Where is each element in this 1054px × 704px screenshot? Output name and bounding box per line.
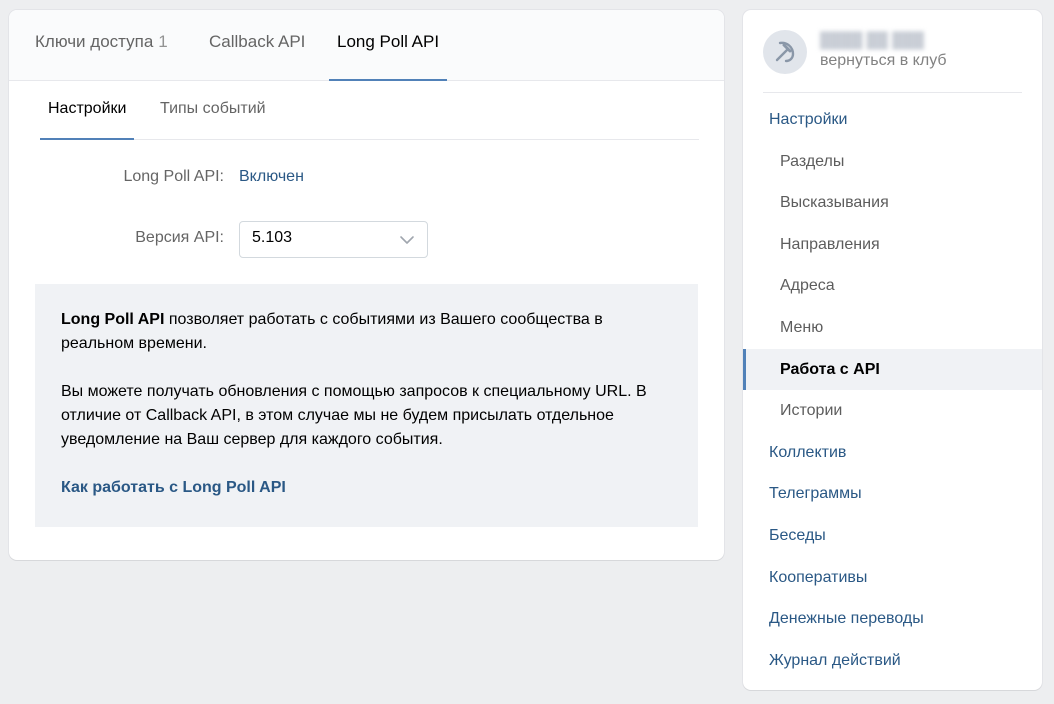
sidebar-item-money-transfers[interactable]: Денежные переводы bbox=[743, 598, 1042, 640]
api-version-label: Версия API: bbox=[135, 229, 224, 246]
info-box: Long Poll API позволяет работать с событ… bbox=[35, 284, 698, 527]
tab-callback-api-label: Callback API bbox=[209, 32, 306, 51]
sidebar-menu: Настройки Разделы Высказывания Направлен… bbox=[743, 99, 1042, 681]
avatar[interactable] bbox=[763, 30, 807, 74]
sidebar-item-cooperatives[interactable]: Кооперативы bbox=[743, 557, 1042, 599]
subtab-settings[interactable]: Настройки bbox=[40, 81, 135, 140]
hammer-and-sickle-icon bbox=[775, 41, 795, 63]
sidebar-item-directions[interactable]: Направления bbox=[743, 224, 1042, 266]
info-paragraph-2: Вы можете получать обновления с помощью … bbox=[61, 383, 647, 448]
api-version-value: 5.103 bbox=[252, 229, 293, 246]
club-name[interactable]: ████ ██ ███ bbox=[820, 32, 950, 49]
sidebar-item-menu[interactable]: Меню bbox=[743, 307, 1042, 349]
sidebar-item-telegrams[interactable]: Телеграммы bbox=[743, 473, 1042, 515]
sidebar-item-sections[interactable]: Разделы bbox=[743, 141, 1042, 183]
sub-tabs: Настройки Типы событий bbox=[40, 81, 699, 140]
tab-access-keys-label: Ключи доступа bbox=[35, 32, 154, 51]
longpoll-status-toggle[interactable]: Включен bbox=[239, 168, 304, 186]
how-to-longpoll-link[interactable]: Как работать с Long Poll API bbox=[61, 476, 286, 500]
tab-access-keys-count: 1 bbox=[158, 32, 168, 51]
sidebar-card: ████ ██ ███ вернуться в клуб Настройки Р… bbox=[743, 10, 1042, 690]
api-version-select[interactable]: 5.103 bbox=[239, 221, 428, 258]
main-card: Ключи доступа 1 Callback API Long Poll AP… bbox=[9, 10, 724, 560]
subtab-event-types[interactable]: Типы событий bbox=[160, 81, 266, 140]
sidebar-item-api[interactable]: Работа с API bbox=[743, 348, 1042, 391]
tab-long-poll-api-label: Long Poll API bbox=[337, 32, 440, 51]
sidebar-item-stories[interactable]: Истории bbox=[743, 390, 1042, 432]
sidebar-item-settings[interactable]: Настройки bbox=[743, 99, 1042, 141]
chevron-down-icon bbox=[400, 236, 414, 244]
sidebar-item-chats[interactable]: Беседы bbox=[743, 515, 1042, 557]
sidebar-divider bbox=[763, 92, 1022, 93]
longpoll-status-label: Long Poll API: bbox=[123, 168, 224, 185]
tab-callback-api[interactable]: Callback API bbox=[209, 10, 305, 81]
info-bold-term: Long Poll API bbox=[61, 311, 165, 328]
tab-access-keys[interactable]: Ключи доступа 1 bbox=[35, 10, 168, 81]
sidebar-item-team[interactable]: Коллектив bbox=[743, 432, 1042, 474]
sidebar-item-addresses[interactable]: Адреса bbox=[743, 265, 1042, 307]
tab-long-poll-api[interactable]: Long Poll API bbox=[329, 10, 448, 81]
sidebar-item-statements[interactable]: Высказывания bbox=[743, 182, 1042, 224]
back-to-club-link[interactable]: вернуться в клуб bbox=[820, 52, 947, 70]
sidebar-item-action-log[interactable]: Журнал действий bbox=[743, 640, 1042, 682]
info-paragraph-1: Long Poll API позволяет работать с событ… bbox=[61, 308, 672, 356]
top-tabs: Ключи доступа 1 Callback API Long Poll AP… bbox=[9, 10, 724, 81]
subtab-event-types-label: Типы событий bbox=[160, 100, 266, 117]
subtab-settings-label: Настройки bbox=[48, 100, 127, 117]
